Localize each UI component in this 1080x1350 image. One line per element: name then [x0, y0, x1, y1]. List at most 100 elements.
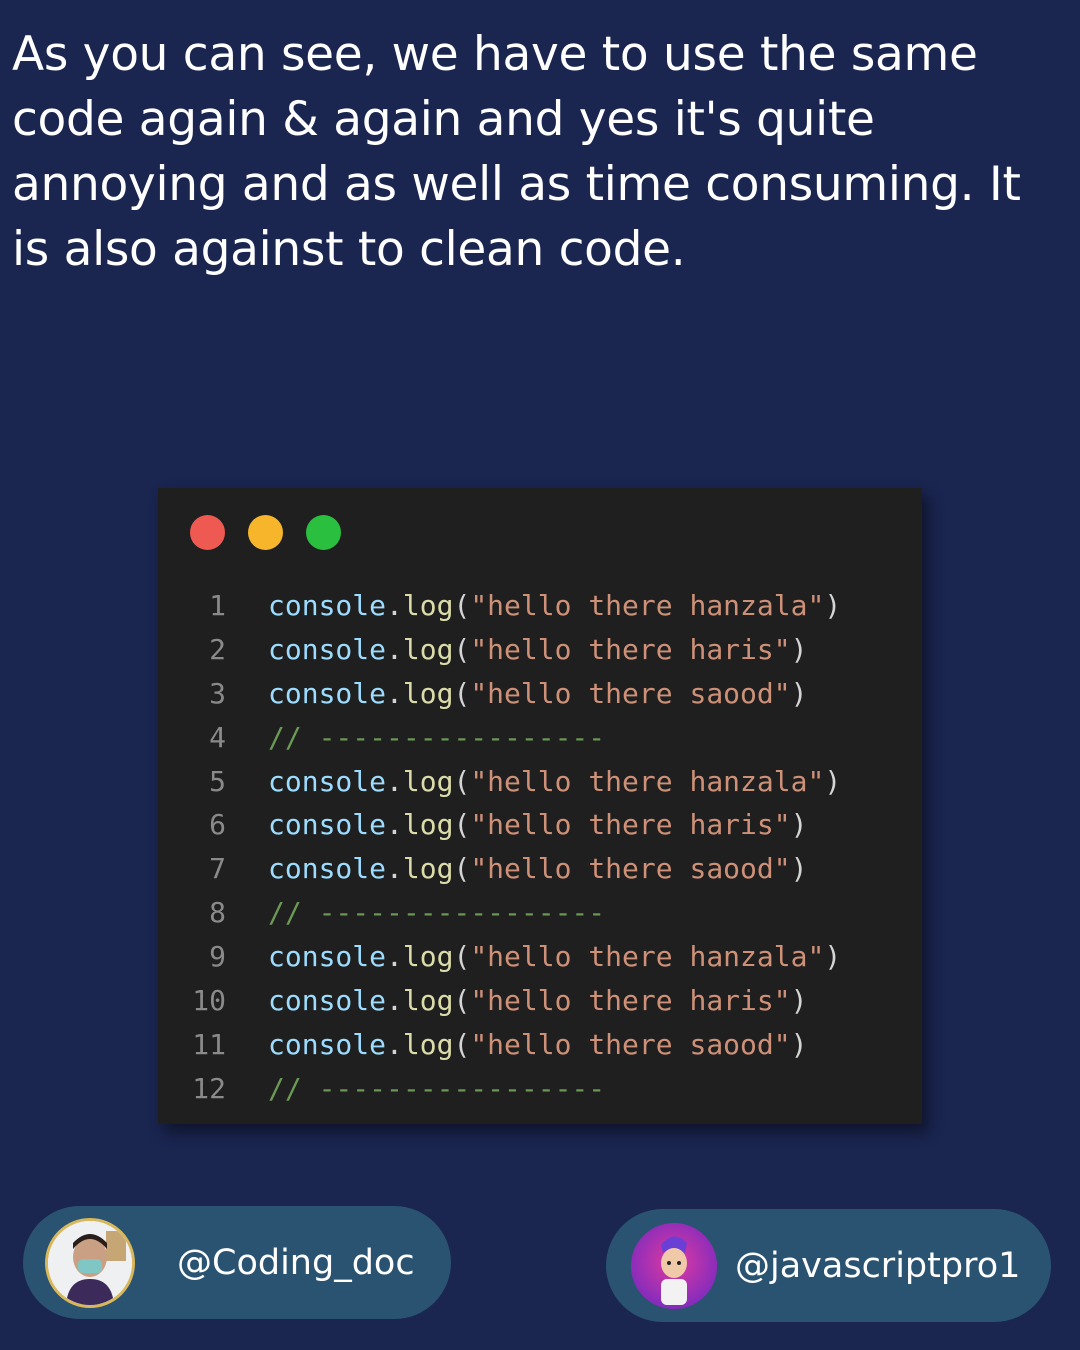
brand-avatar — [631, 1222, 717, 1309]
code-text: // ----------------- — [268, 716, 605, 760]
minimize-dot[interactable] — [248, 515, 283, 550]
code-text: console.log("hello there hanzala") — [268, 584, 841, 628]
code-function: log — [402, 984, 454, 1018]
code-line: 2 console.log("hello there haris") — [158, 628, 922, 672]
code-text: console.log("hello there hanzala") — [268, 760, 841, 804]
code-string: "hello there saood" — [470, 852, 791, 886]
code-punctuation: ( — [453, 764, 471, 798]
code-function: log — [402, 808, 454, 842]
line-number: 5 — [209, 764, 226, 798]
code-punctuation: ( — [453, 940, 471, 974]
code-object: console — [268, 808, 387, 842]
code-punctuation: ) — [824, 940, 842, 974]
code-line: 12 // ----------------- — [158, 1067, 922, 1111]
line-number: 4 — [209, 720, 226, 754]
code-text: console.log("hello there haris") — [268, 979, 807, 1023]
line-number: 11 — [192, 1027, 226, 1061]
line-number: 12 — [192, 1071, 226, 1105]
brand-handle[interactable]: @javascriptpro1 — [735, 1246, 1020, 1286]
line-number: 10 — [192, 984, 226, 1018]
code-punctuation: . — [386, 940, 403, 974]
code-punctuation: ) — [790, 676, 808, 710]
code-function: log — [402, 676, 454, 710]
code-function: log — [402, 1027, 454, 1061]
code-string: "hello there hanzala" — [470, 589, 825, 622]
code-text: // ----------------- — [268, 891, 605, 935]
code-object: console — [268, 632, 387, 666]
code-line: 9 console.log("hello there hanzala") — [158, 935, 922, 979]
code-punctuation: ) — [790, 1027, 808, 1061]
code-punctuation: . — [386, 808, 403, 842]
code-line: 3 console.log("hello there saood") — [158, 672, 922, 716]
code-block: 1 console.log("hello there hanzala") 2 cons… — [158, 584, 922, 1111]
code-function: log — [402, 589, 454, 622]
intro-text: As you can see, we have to use the same … — [12, 27, 1021, 277]
code-object: console — [268, 764, 387, 798]
code-string: "hello there hanzala" — [470, 940, 825, 974]
code-object: console — [268, 940, 387, 974]
code-punctuation: ) — [790, 852, 808, 886]
code-object: console — [268, 852, 387, 886]
code-object: console — [268, 1027, 387, 1061]
code-comment: // ----------------- — [268, 896, 606, 930]
code-string: "hello there saood" — [470, 676, 791, 710]
code-object: console — [268, 984, 387, 1018]
code-punctuation: ( — [453, 1027, 471, 1061]
code-punctuation: . — [386, 764, 403, 798]
code-punctuation: ( — [453, 808, 471, 842]
code-punctuation: ) — [824, 589, 842, 622]
code-punctuation: ) — [824, 764, 842, 798]
code-object: console — [268, 676, 387, 710]
code-text: console.log("hello there haris") — [268, 628, 807, 672]
code-function: log — [402, 940, 454, 974]
code-object: console — [268, 589, 387, 622]
code-line: 7 console.log("hello there saood") — [158, 847, 922, 891]
code-text: // ----------------- — [268, 1067, 605, 1111]
close-dot[interactable] — [190, 515, 225, 550]
author-handle[interactable]: @Coding_doc — [177, 1243, 415, 1283]
line-number: 6 — [209, 808, 226, 842]
code-text: console.log("hello there saood") — [268, 847, 807, 891]
code-punctuation: ( — [453, 676, 471, 710]
code-string: "hello there saood" — [470, 1027, 791, 1061]
code-function: log — [402, 764, 454, 798]
code-punctuation: . — [386, 632, 403, 666]
code-text: console.log("hello there saood") — [268, 672, 807, 716]
code-punctuation: . — [386, 852, 403, 886]
code-line: 6 console.log("hello there haris") — [158, 803, 922, 847]
code-punctuation: . — [386, 589, 403, 622]
code-punctuation: ( — [453, 589, 471, 622]
code-punctuation: . — [386, 984, 403, 1018]
code-punctuation: ( — [453, 984, 471, 1018]
code-function: log — [402, 632, 454, 666]
line-number: 8 — [209, 896, 226, 930]
brand-badge[interactable]: @javascriptpro1 — [606, 1209, 1051, 1322]
code-text: console.log("hello there saood") — [268, 1023, 807, 1067]
code-comment: // ----------------- — [268, 720, 606, 754]
code-line: 8 // ----------------- — [158, 891, 922, 935]
code-string: "hello there haris" — [470, 632, 791, 666]
code-line: 5 console.log("hello there hanzala") — [158, 760, 922, 804]
code-comment: // ----------------- — [268, 1071, 606, 1105]
code-punctuation: ( — [453, 852, 471, 886]
code-function: log — [402, 852, 454, 886]
code-string: "hello there haris" — [470, 984, 791, 1018]
author-avatar — [45, 1217, 135, 1308]
line-number: 7 — [209, 852, 226, 886]
code-line: 1 console.log("hello there hanzala") — [158, 584, 922, 628]
author-badge[interactable]: @Coding_doc — [23, 1206, 451, 1319]
code-line: 10 console.log("hello there haris") — [158, 979, 922, 1023]
code-text: console.log("hello there haris") — [268, 803, 807, 847]
code-line: 4 // ----------------- — [158, 716, 922, 760]
code-string: "hello there haris" — [470, 808, 791, 842]
line-number: 9 — [209, 940, 226, 974]
code-punctuation: ) — [790, 632, 808, 666]
code-punctuation: ) — [790, 984, 808, 1018]
line-number: 1 — [209, 589, 226, 622]
code-punctuation: ( — [453, 632, 471, 666]
maximize-dot[interactable] — [306, 515, 341, 550]
code-punctuation: ) — [790, 808, 808, 842]
code-punctuation: . — [386, 676, 403, 710]
code-window: 1 console.log("hello there hanzala") 2 cons… — [158, 488, 922, 1124]
line-number: 2 — [209, 632, 226, 666]
